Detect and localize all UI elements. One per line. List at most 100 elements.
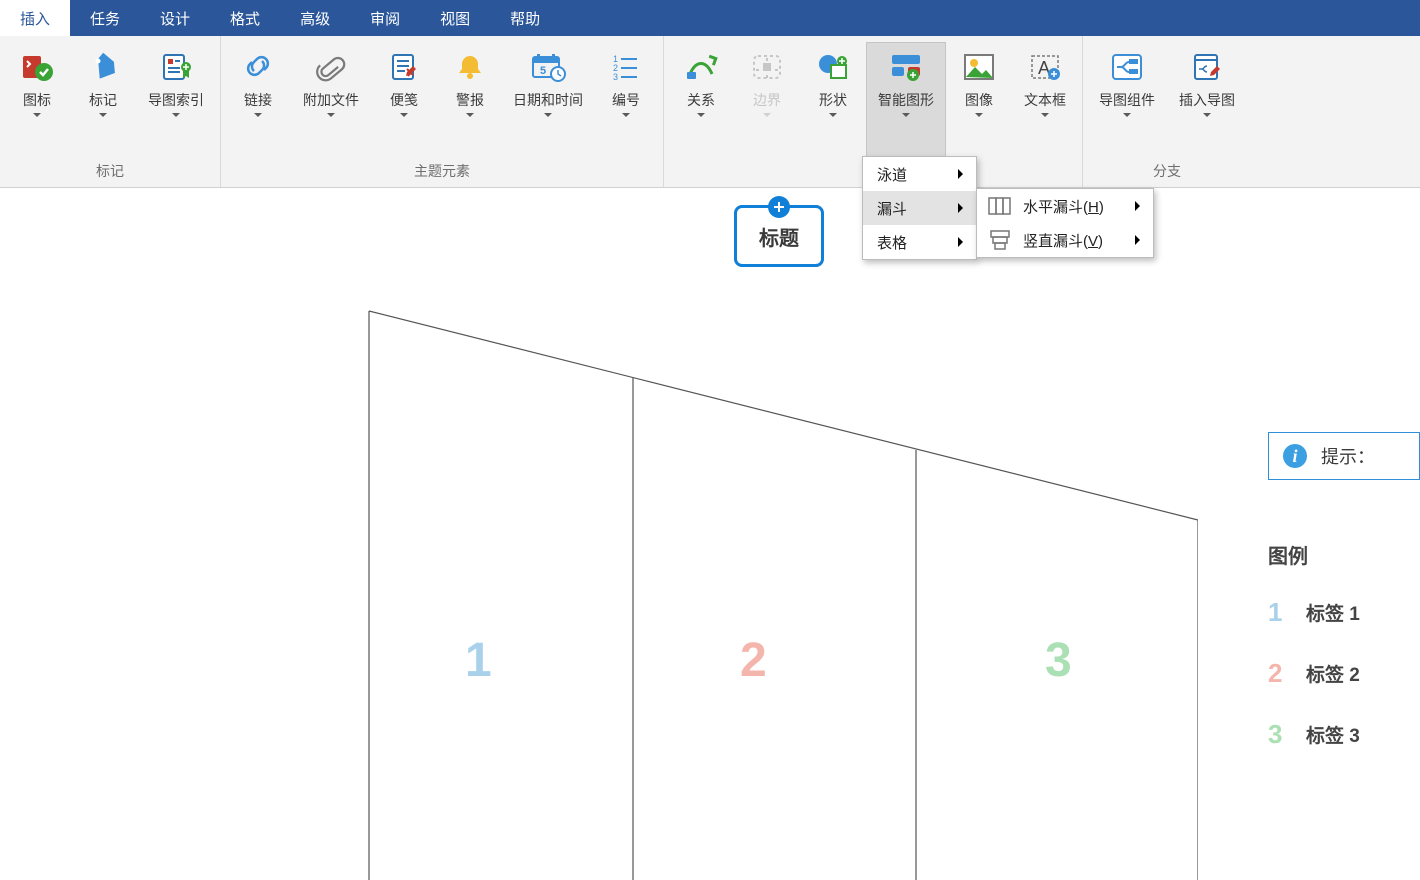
submenu-arrow-icon xyxy=(958,237,968,247)
dropdown-icon xyxy=(33,113,41,121)
menu-item-vfunnel[interactable]: 竖直漏斗(V) xyxy=(977,223,1153,257)
legend-item-2[interactable]: 2 标签 2 xyxy=(1268,658,1420,689)
link-label: 链接 xyxy=(244,91,272,109)
relation-label: 关系 xyxy=(687,91,715,109)
menu-item-hfunnel[interactable]: 水平漏斗(H) xyxy=(977,189,1153,223)
dropdown-icon xyxy=(172,113,180,121)
link-icon xyxy=(240,49,276,85)
alarm-label: 警报 xyxy=(456,91,484,109)
submenu-arrow-icon xyxy=(1135,235,1145,245)
menu-item-funnel[interactable]: 漏斗 xyxy=(863,191,976,225)
side-panel: i 提示： 图例 1 标签 1 2 标签 2 3 标签 3 xyxy=(1268,432,1420,780)
textbox-label: 文本框 xyxy=(1024,91,1066,109)
hfunnel-icon xyxy=(987,195,1013,217)
menu-label: 竖直漏斗(V) xyxy=(1023,230,1103,251)
bell-icon xyxy=(452,49,488,85)
dropdown-icon xyxy=(1203,113,1211,121)
tab-task[interactable]: 任务 xyxy=(70,0,140,36)
calendar-icon: 5 xyxy=(530,49,566,85)
note-button[interactable]: 便笺 xyxy=(371,42,437,161)
number-label: 编号 xyxy=(612,91,640,109)
textbox-icon: A xyxy=(1027,49,1063,85)
group-mark: 图标 标记 导图索引 标记 xyxy=(0,36,221,187)
legend-title: 图例 xyxy=(1268,540,1420,569)
ribbon: 图标 标记 导图索引 标记 链接 xyxy=(0,36,1420,188)
smartshape-button[interactable]: 智能图形 xyxy=(866,42,946,161)
marker-label: 标记 xyxy=(89,91,117,109)
image-icon xyxy=(961,49,997,85)
legend-item-1[interactable]: 1 标签 1 xyxy=(1268,597,1420,628)
group-label: 分支 xyxy=(1087,161,1247,187)
tab-design[interactable]: 设计 xyxy=(140,0,210,36)
dropdown-icon xyxy=(1041,113,1049,121)
tab-advanced[interactable]: 高级 xyxy=(280,0,350,36)
tab-format[interactable]: 格式 xyxy=(210,0,280,36)
insertmap-button[interactable]: 插入导图 xyxy=(1167,42,1247,161)
image-label: 图像 xyxy=(965,91,993,109)
title-text: 标题 xyxy=(759,222,799,251)
dropdown-icon xyxy=(975,113,983,121)
title-node[interactable]: 标题 xyxy=(734,205,824,267)
link-button[interactable]: 链接 xyxy=(225,42,291,161)
mapparts-icon xyxy=(1109,49,1145,85)
tab-insert[interactable]: 插入 xyxy=(0,0,70,36)
attach-button[interactable]: 附加文件 xyxy=(291,42,371,161)
smartshape-label: 智能图形 xyxy=(878,91,934,109)
marker-button[interactable]: 标记 xyxy=(70,42,136,161)
dropdown-icon xyxy=(327,113,335,121)
submenu-arrow-icon xyxy=(958,169,968,179)
boundary-icon xyxy=(749,49,785,85)
funnel-num-1: 1 xyxy=(465,633,492,688)
insertmap-icon xyxy=(1189,49,1225,85)
textbox-button[interactable]: A 文本框 xyxy=(1012,42,1078,161)
number-button[interactable]: 123 编号 xyxy=(593,42,659,161)
note-icon xyxy=(386,49,422,85)
dropdown-icon xyxy=(1123,113,1131,121)
image-button[interactable]: 图像 xyxy=(946,42,1012,161)
legend-num: 1 xyxy=(1268,597,1306,628)
date-label: 日期和时间 xyxy=(513,91,583,109)
svg-text:5: 5 xyxy=(540,65,546,77)
legend-item-3[interactable]: 3 标签 3 xyxy=(1268,719,1420,750)
hint-box[interactable]: i 提示： xyxy=(1268,432,1420,480)
hint-text: 提示： xyxy=(1321,443,1375,469)
boundary-button: 边界 xyxy=(734,42,800,161)
menu-label: 漏斗 xyxy=(877,198,907,219)
dropdown-icon xyxy=(902,113,910,121)
canvas[interactable]: 标题 1 2 3 i 提示： 图例 1 标签 1 2 标签 2 3 标签 3 xyxy=(0,188,1420,880)
smartshape-icon xyxy=(888,49,924,85)
submenu-arrow-icon xyxy=(1135,201,1145,211)
mapparts-button[interactable]: 导图组件 xyxy=(1087,42,1167,161)
funnel-shape[interactable] xyxy=(368,310,1198,880)
menu-label: 泳道 xyxy=(877,164,907,185)
relation-button[interactable]: 关系 xyxy=(668,42,734,161)
funnel-submenu: 水平漏斗(H) 竖直漏斗(V) xyxy=(976,188,1154,258)
legend-num: 2 xyxy=(1268,658,1306,689)
tag-icon xyxy=(85,49,121,85)
alarm-button[interactable]: 警报 xyxy=(437,42,503,161)
legend-label: 标签 1 xyxy=(1306,599,1360,626)
icon-button[interactable]: 图标 xyxy=(4,42,70,161)
dropdown-icon xyxy=(622,113,630,121)
info-icon: i xyxy=(1283,444,1307,468)
tab-help[interactable]: 帮助 xyxy=(490,0,560,36)
icon-icon xyxy=(19,49,55,85)
boundary-label: 边界 xyxy=(753,91,781,109)
smartshape-menu: 泳道 漏斗 表格 xyxy=(862,156,977,260)
tab-view[interactable]: 视图 xyxy=(420,0,490,36)
group-branch: 导图组件 插入导图 分支 xyxy=(1083,36,1251,187)
submenu-arrow-icon xyxy=(958,203,968,213)
add-plus-icon[interactable] xyxy=(768,196,790,218)
guideindex-label: 导图索引 xyxy=(148,91,204,109)
tab-review[interactable]: 审阅 xyxy=(350,0,420,36)
group-topic: 链接 附加文件 便笺 警报 5 日期和时间 xyxy=(221,36,664,187)
shape-button[interactable]: 形状 xyxy=(800,42,866,161)
menu-item-table[interactable]: 表格 xyxy=(863,225,976,259)
mapparts-label: 导图组件 xyxy=(1099,91,1155,109)
menu-item-lane[interactable]: 泳道 xyxy=(863,157,976,191)
menu-label: 水平漏斗(H) xyxy=(1023,196,1104,217)
guideindex-button[interactable]: 导图索引 xyxy=(136,42,216,161)
date-button[interactable]: 5 日期和时间 xyxy=(503,42,593,161)
numbering-icon: 123 xyxy=(608,49,644,85)
dropdown-icon xyxy=(544,113,552,121)
